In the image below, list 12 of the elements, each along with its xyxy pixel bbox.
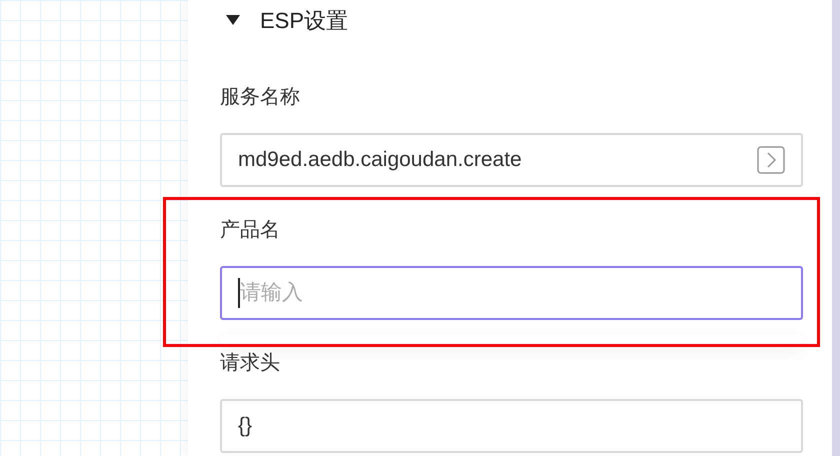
field-value: {} [238,413,252,440]
section-title: ESP设置 [260,6,348,34]
input-field[interactable]: {} [220,399,803,453]
field-label: 请求头 [220,351,281,376]
caret-icon[interactable] [225,14,241,26]
field-value: md9ed.aedb.caigoudan.create [238,147,522,174]
field-label: 服务名称 [220,85,301,110]
text-cursor [238,278,240,308]
picker-field[interactable]: md9ed.aedb.caigoudan.create [220,133,803,187]
field-placeholder: 请输入 [240,280,303,306]
field-label: 产品名 [220,218,281,243]
chevron-right-icon[interactable] [757,146,785,174]
